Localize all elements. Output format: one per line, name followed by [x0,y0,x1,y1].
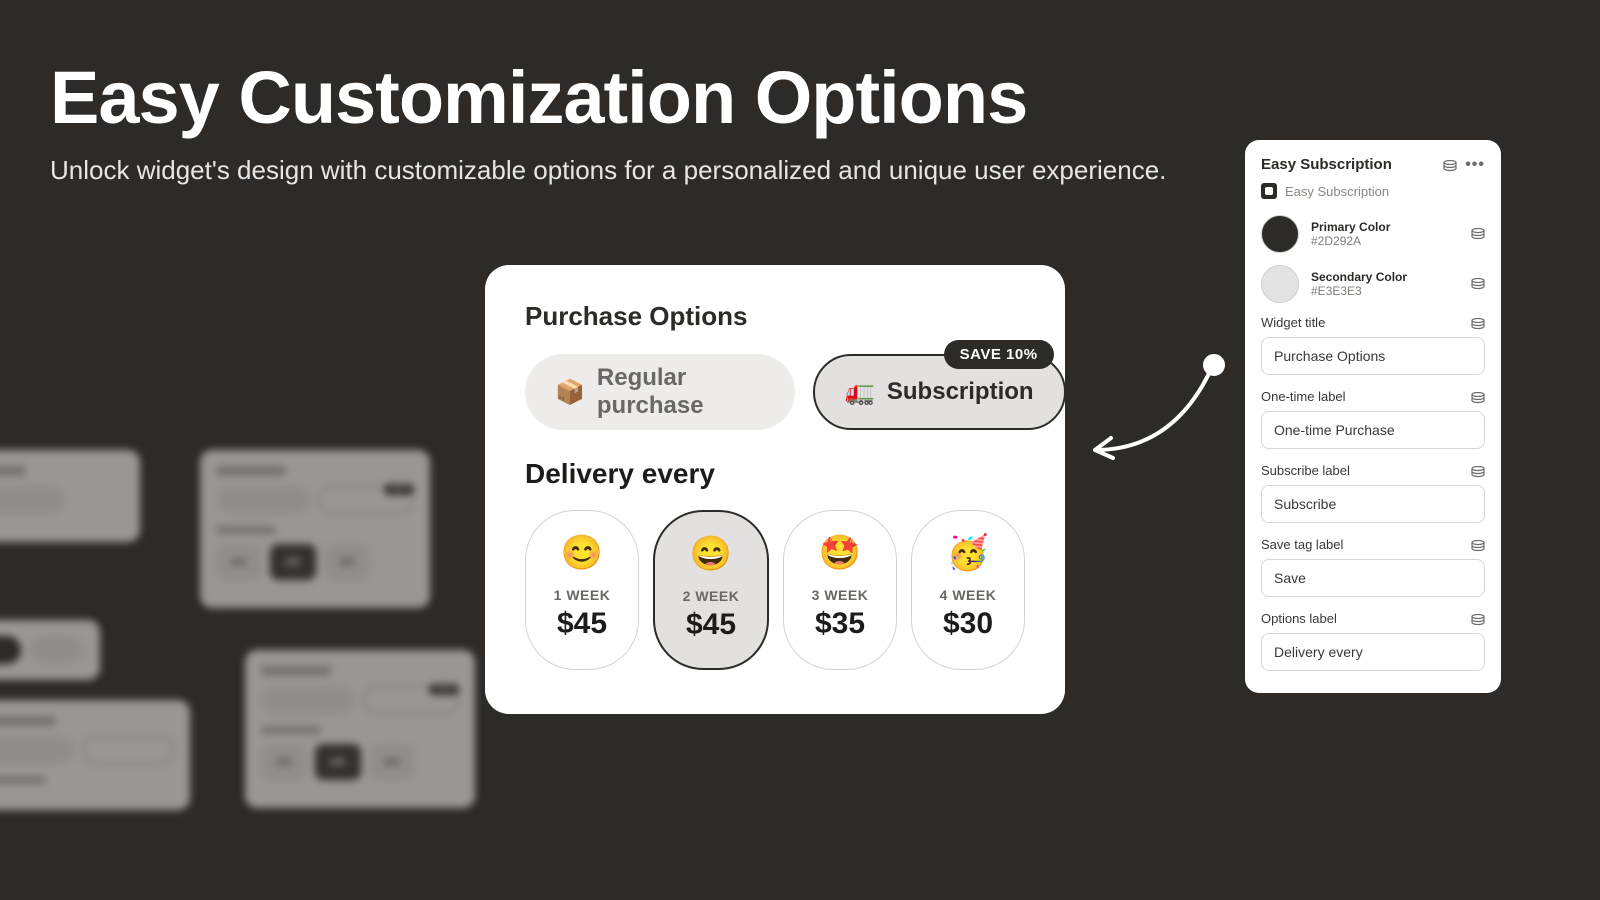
panel-title: Easy Subscription [1261,156,1392,173]
app-name: Easy Subscription [1285,184,1389,199]
emoji-party-icon: 🥳 [920,533,1016,573]
onetime-label: One-time label [1261,389,1485,404]
primary-color-hex: #2D292A [1311,234,1390,248]
save-badge: SAVE 10% [944,340,1054,369]
database-icon[interactable] [1471,317,1485,329]
secondary-color-swatch[interactable] [1261,265,1299,303]
hero-title: Easy Customization Options [50,55,1027,140]
onetime-input[interactable] [1261,411,1485,449]
secondary-color-row[interactable]: Secondary Color #E3E3E3 [1261,265,1485,303]
database-icon[interactable] [1471,277,1485,289]
save-tag-label: Save tag label [1261,537,1485,552]
widget-title: Purchase Options [525,301,1025,332]
database-icon[interactable] [1471,465,1485,477]
secondary-color-label: Secondary Color [1311,270,1407,284]
database-icon[interactable] [1471,391,1485,403]
widget-preview: Purchase Options 📦 Regular purchase SAVE… [485,265,1065,714]
database-icon[interactable] [1443,159,1457,171]
box-icon: 📦 [555,378,585,407]
emoji-grin-icon: 😄 [663,534,759,574]
tier-4-week[interactable]: 🥳 4 WEEK $30 [911,510,1025,670]
tier-price: $30 [920,607,1016,641]
regular-purchase-option[interactable]: 📦 Regular purchase [525,354,795,430]
connector-arrow [1085,330,1235,460]
database-icon[interactable] [1471,227,1485,239]
tier-weeks: 3 WEEK [792,587,888,603]
subscription-label: Subscription [887,378,1034,406]
tier-price: $45 [534,607,630,641]
emoji-smile-icon: 😊 [534,533,630,573]
hero-subtitle: Unlock widget's design with customizable… [50,155,1166,186]
primary-color-swatch[interactable] [1261,215,1299,253]
database-icon[interactable] [1471,539,1485,551]
truck-icon: 🚛 [845,378,875,407]
tier-2-week[interactable]: 😄 2 WEEK $45 [653,510,769,670]
primary-color-row[interactable]: Primary Color #2D292A [1261,215,1485,253]
config-panel: Easy Subscription ••• Easy Subscription … [1245,140,1501,693]
app-icon [1261,183,1277,199]
subscribe-input[interactable] [1261,485,1485,523]
save-tag-input[interactable] [1261,559,1485,597]
tier-price: $35 [792,607,888,641]
tier-weeks: 2 WEEK [663,588,759,604]
options-label: Options label [1261,611,1485,626]
tier-1-week[interactable]: 😊 1 WEEK $45 [525,510,639,670]
subscription-option[interactable]: SAVE 10% 🚛 Subscription [813,354,1066,430]
tier-weeks: 1 WEEK [534,587,630,603]
tier-3-week[interactable]: 🤩 3 WEEK $35 [783,510,897,670]
primary-color-label: Primary Color [1311,220,1390,234]
options-input[interactable] [1261,633,1485,671]
tier-weeks: 4 WEEK [920,587,1016,603]
subscribe-label: Subscribe label [1261,463,1485,478]
delivery-title: Delivery every [525,458,1025,490]
regular-purchase-label: Regular purchase [597,364,765,420]
tier-price: $45 [663,608,759,642]
emoji-starry-icon: 🤩 [792,533,888,573]
database-icon[interactable] [1471,613,1485,625]
widget-title-label: Widget title [1261,315,1485,330]
widget-title-input[interactable] [1261,337,1485,375]
secondary-color-hex: #E3E3E3 [1311,284,1407,298]
